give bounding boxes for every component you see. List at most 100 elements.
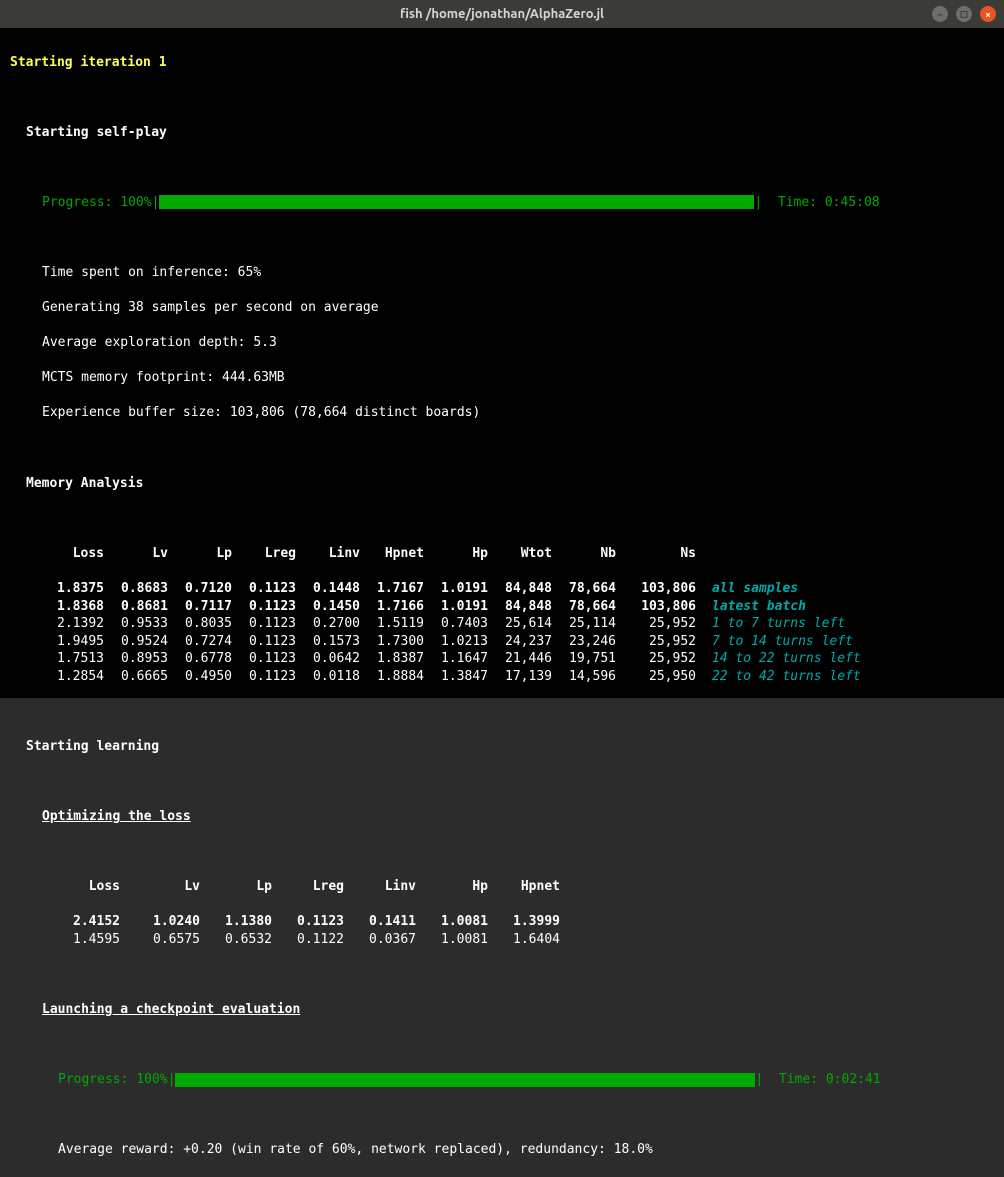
table-row: 1.75130.89530.67780.11230.06421.83871.16…: [10, 650, 994, 668]
window-title-bar: fish /home/jonathan/AlphaZero.jl – ◻ ×: [0, 0, 1004, 28]
cell: 25,952: [616, 650, 696, 668]
row-note: 22 to 42 turns left: [696, 668, 861, 686]
cell: 0.1448: [296, 580, 360, 598]
column-header: Nb: [552, 545, 616, 563]
cell: 1.8884: [360, 668, 424, 686]
column-header: Ns: [616, 545, 696, 563]
buffer-stat: Experience buffer size: 103,806 (78,664 …: [10, 404, 994, 422]
progress-bar: [175, 1073, 755, 1087]
cell: 0.7120: [168, 580, 232, 598]
minimize-button[interactable]: –: [932, 6, 948, 22]
cell: 0.9533: [104, 615, 168, 633]
cell: 1.0240: [120, 913, 200, 931]
cell: 1.7166: [360, 598, 424, 616]
column-header: Hpnet: [360, 545, 424, 563]
cell: 1.0081: [416, 931, 488, 949]
learning-table-header: LossLvLpLregLinvHpHpnet: [10, 878, 994, 896]
terminal-output: Starting iteration 1 Starting self-play …: [0, 28, 1004, 698]
cell: 103,806: [616, 580, 696, 598]
checkpoint-header: Launching a checkpoint evaluation: [10, 1001, 994, 1019]
cell: 1.0081: [416, 913, 488, 931]
cell: 78,664: [552, 598, 616, 616]
window-title: fish /home/jonathan/AlphaZero.jl: [400, 7, 604, 21]
column-header: Lreg: [272, 878, 344, 896]
selfplay-progress-row: Progress: 100%|| Time: 0:45:08: [10, 194, 994, 212]
cell: 1.3999: [488, 913, 560, 931]
cell: 1.8375: [42, 580, 104, 598]
samples-stat: Generating 38 samples per second on aver…: [10, 299, 994, 317]
table-row: 1.28540.66650.49500.11230.01181.88841.38…: [10, 668, 994, 686]
cell: 0.6532: [200, 931, 272, 949]
cell: 1.7300: [360, 633, 424, 651]
cell: 24,237: [488, 633, 552, 651]
close-button[interactable]: ×: [980, 6, 996, 22]
table-row: 2.41521.02401.13800.11230.14111.00811.39…: [10, 913, 994, 931]
cell: 78,664: [552, 580, 616, 598]
cell: 0.7274: [168, 633, 232, 651]
cell: 25,614: [488, 615, 552, 633]
inference-stat: Time spent on inference: 65%: [10, 264, 994, 282]
cell: 0.2700: [296, 615, 360, 633]
column-header: Hp: [416, 878, 488, 896]
column-header: Lv: [120, 878, 200, 896]
cell: 1.9495: [42, 633, 104, 651]
cell: 1.2854: [42, 668, 104, 686]
cell: 1.0191: [424, 580, 488, 598]
cell: 1.1647: [424, 650, 488, 668]
depth-stat: Average exploration depth: 5.3: [10, 334, 994, 352]
cell: 0.6575: [120, 931, 200, 949]
column-header: Hp: [424, 545, 488, 563]
cell: 0.1450: [296, 598, 360, 616]
learning-header: Starting learning: [10, 738, 994, 756]
column-header: Loss: [58, 878, 120, 896]
column-header: Linv: [296, 545, 360, 563]
cell: 0.1411: [344, 913, 416, 931]
cell: 1.4595: [58, 931, 120, 949]
maximize-button[interactable]: ◻: [956, 6, 972, 22]
cell: 0.1123: [232, 598, 296, 616]
progress-label: Progress: 100%: [42, 195, 152, 210]
column-header: Lreg: [232, 545, 296, 563]
cell: 1.0191: [424, 598, 488, 616]
cell: 0.8953: [104, 650, 168, 668]
row-note: 1 to 7 turns left: [696, 615, 845, 633]
cell: 0.1123: [232, 650, 296, 668]
column-header: Lv: [104, 545, 168, 563]
table-row: 1.83680.86810.71170.11230.14501.71661.01…: [10, 598, 994, 616]
cell: 23,246: [552, 633, 616, 651]
selfplay-header: Starting self-play: [10, 124, 994, 142]
cell: 0.0642: [296, 650, 360, 668]
cell: 14,596: [552, 668, 616, 686]
cell: 0.6665: [104, 668, 168, 686]
cell: 0.9524: [104, 633, 168, 651]
cell: 0.6778: [168, 650, 232, 668]
cell: 0.1122: [272, 931, 344, 949]
cell: 0.1123: [232, 668, 296, 686]
cell: 0.7403: [424, 615, 488, 633]
memory-header: Memory Analysis: [10, 475, 994, 493]
cell: 1.8387: [360, 650, 424, 668]
cell: 0.1123: [272, 913, 344, 931]
cell: 1.3847: [424, 668, 488, 686]
cell: 19,751: [552, 650, 616, 668]
cell: 2.4152: [58, 913, 120, 931]
checkpoint-progress-row: Progress: 100%|| Time: 0:02:41: [10, 1071, 994, 1089]
row-note: 7 to 14 turns left: [696, 633, 853, 651]
cell: 2.1392: [42, 615, 104, 633]
progress-label: Progress: 100%: [58, 1072, 168, 1087]
cell: 0.7117: [168, 598, 232, 616]
cell: 0.1123: [232, 580, 296, 598]
cell: 1.6404: [488, 931, 560, 949]
cell: 84,848: [488, 598, 552, 616]
column-header: Wtot: [488, 545, 552, 563]
cell: 0.8035: [168, 615, 232, 633]
cell: 25,114: [552, 615, 616, 633]
cell: 103,806: [616, 598, 696, 616]
table-row: 1.83750.86830.71200.11230.14481.71671.01…: [10, 580, 994, 598]
cell: 0.1573: [296, 633, 360, 651]
mcts-stat: MCTS memory footprint: 444.63MB: [10, 369, 994, 387]
memory-table-header: LossLvLpLregLinvHpnetHpWtotNbNs: [10, 545, 994, 563]
cell: 1.7513: [42, 650, 104, 668]
cell: 0.1123: [232, 633, 296, 651]
cell: 25,952: [616, 615, 696, 633]
